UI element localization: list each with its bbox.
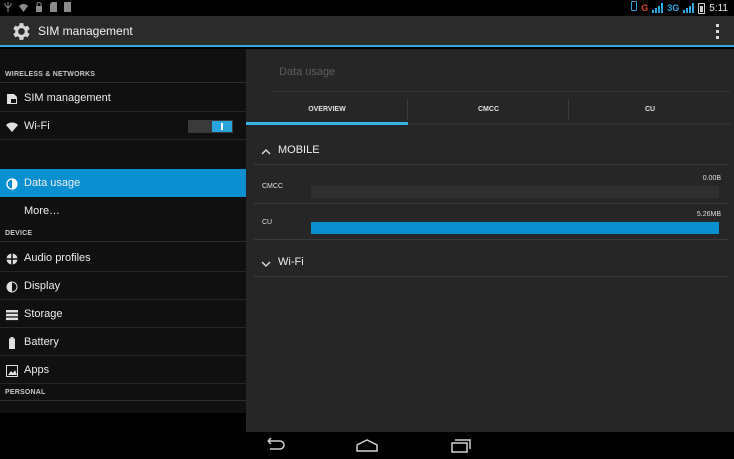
lock-icon bbox=[35, 2, 43, 15]
vibrate-icon bbox=[631, 1, 638, 15]
signal-icon bbox=[652, 3, 664, 13]
audio-icon bbox=[6, 252, 18, 265]
settings-sidebar: WIRELESS & NETWORKS SIM management Wi-Fi… bbox=[0, 49, 246, 413]
wifi-toggle[interactable] bbox=[188, 120, 233, 133]
location-icon bbox=[6, 411, 18, 413]
sidebar-item-label: Display bbox=[24, 280, 61, 292]
battery-icon bbox=[6, 336, 18, 349]
group-label: Wi-Fi bbox=[278, 256, 304, 268]
sidebar-item-sim-management[interactable]: SIM management bbox=[0, 84, 246, 112]
battery-status-icon bbox=[698, 2, 706, 14]
sidebar-item-storage[interactable]: Storage bbox=[0, 300, 246, 328]
system-status-icons: G 3G 5:11 bbox=[631, 1, 728, 15]
sidebar-item-label: Storage bbox=[24, 308, 63, 320]
sidebar-item-audio-profiles[interactable]: Audio profiles bbox=[0, 244, 246, 272]
sidebar-item-display[interactable]: Display bbox=[0, 272, 246, 300]
tab-label: CMCC bbox=[478, 106, 499, 113]
sidebar-item-label: SIM management bbox=[24, 92, 111, 104]
title-divider bbox=[271, 91, 731, 92]
toggle-knob bbox=[212, 121, 232, 132]
section-header-personal: PERSONAL bbox=[0, 384, 246, 401]
usage-row-cmcc: CMCC 0.00B bbox=[254, 169, 728, 204]
data-usage-panel: Data usage OVERVIEW CMCC CU MOBILE CMCC … bbox=[246, 49, 734, 432]
navigation-bar bbox=[0, 432, 734, 459]
tab-overview[interactable]: OVERVIEW bbox=[246, 97, 408, 125]
clock: 5:11 bbox=[709, 2, 728, 14]
file-icon bbox=[64, 2, 71, 15]
usb-icon bbox=[4, 2, 12, 15]
display-icon bbox=[6, 280, 18, 293]
wifi-icon bbox=[6, 120, 18, 132]
sidebar-item-apps[interactable]: Apps bbox=[0, 356, 246, 384]
carrier-indicator: G bbox=[641, 2, 649, 13]
action-bar: SIM management bbox=[0, 16, 734, 47]
tab-label: OVERVIEW bbox=[308, 106, 346, 113]
data-usage-icon bbox=[6, 177, 18, 190]
usage-bar bbox=[311, 222, 719, 234]
page-title: Data usage bbox=[279, 66, 336, 78]
usage-amount: 5.26MB bbox=[696, 211, 721, 218]
sidebar-item-more[interactable]: More… bbox=[0, 197, 246, 225]
sd-card-icon bbox=[50, 2, 57, 15]
storage-icon bbox=[6, 308, 18, 321]
wifi-group-header[interactable]: Wi-Fi bbox=[254, 247, 728, 277]
section-header-wireless: WIRELESS & NETWORKS bbox=[0, 66, 246, 83]
tab-label: CU bbox=[644, 106, 656, 113]
sidebar-item-battery[interactable]: Battery bbox=[0, 328, 246, 356]
tab-bar: OVERVIEW CMCC CU bbox=[246, 97, 731, 125]
sidebar-item-label: Battery bbox=[24, 336, 59, 348]
signal-icon-2 bbox=[683, 3, 695, 13]
sidebar-item-data-usage[interactable]: Data usage bbox=[0, 169, 246, 197]
group-label: MOBILE bbox=[278, 144, 320, 156]
status-bar: G 3G 5:11 bbox=[0, 0, 734, 16]
tab-cu[interactable]: CU bbox=[569, 97, 731, 123]
sidebar-item-label: Apps bbox=[24, 364, 50, 376]
sidebar-item-label: Wi-Fi bbox=[24, 120, 50, 132]
sidebar-item-label: Audio profiles bbox=[24, 252, 91, 264]
sidebar-item-label: More… bbox=[24, 205, 61, 217]
usage-row-cu: CU 5.26MB bbox=[254, 205, 728, 240]
usage-name: CMCC bbox=[262, 183, 283, 190]
mobile-group-header[interactable]: MOBILE bbox=[254, 135, 728, 165]
section-header-device: DEVICE bbox=[0, 225, 246, 242]
sidebar-item-label: Data usage bbox=[24, 177, 81, 189]
chevron-down-icon bbox=[260, 256, 272, 267]
action-bar-title: SIM management bbox=[38, 24, 133, 38]
wifi-icon bbox=[19, 3, 28, 15]
chevron-up-icon bbox=[260, 144, 272, 155]
sim-icon bbox=[6, 92, 18, 104]
home-icon[interactable] bbox=[354, 437, 380, 454]
usage-amount: 0.00B bbox=[702, 175, 721, 182]
recent-apps-icon[interactable] bbox=[447, 437, 473, 454]
back-icon[interactable] bbox=[262, 437, 288, 454]
notification-icons bbox=[4, 2, 71, 15]
overflow-menu-icon[interactable] bbox=[716, 24, 720, 39]
sidebar-item-wifi[interactable]: Wi-Fi bbox=[0, 112, 246, 140]
network-type: 3G bbox=[667, 2, 680, 13]
usage-name: CU bbox=[262, 219, 273, 226]
usage-bar-fill bbox=[311, 222, 719, 234]
gear-icon[interactable] bbox=[9, 20, 32, 43]
usage-bar bbox=[311, 186, 719, 198]
apps-icon bbox=[6, 364, 18, 377]
tab-cmcc[interactable]: CMCC bbox=[408, 97, 569, 123]
sidebar-item-partial[interactable] bbox=[0, 403, 246, 413]
